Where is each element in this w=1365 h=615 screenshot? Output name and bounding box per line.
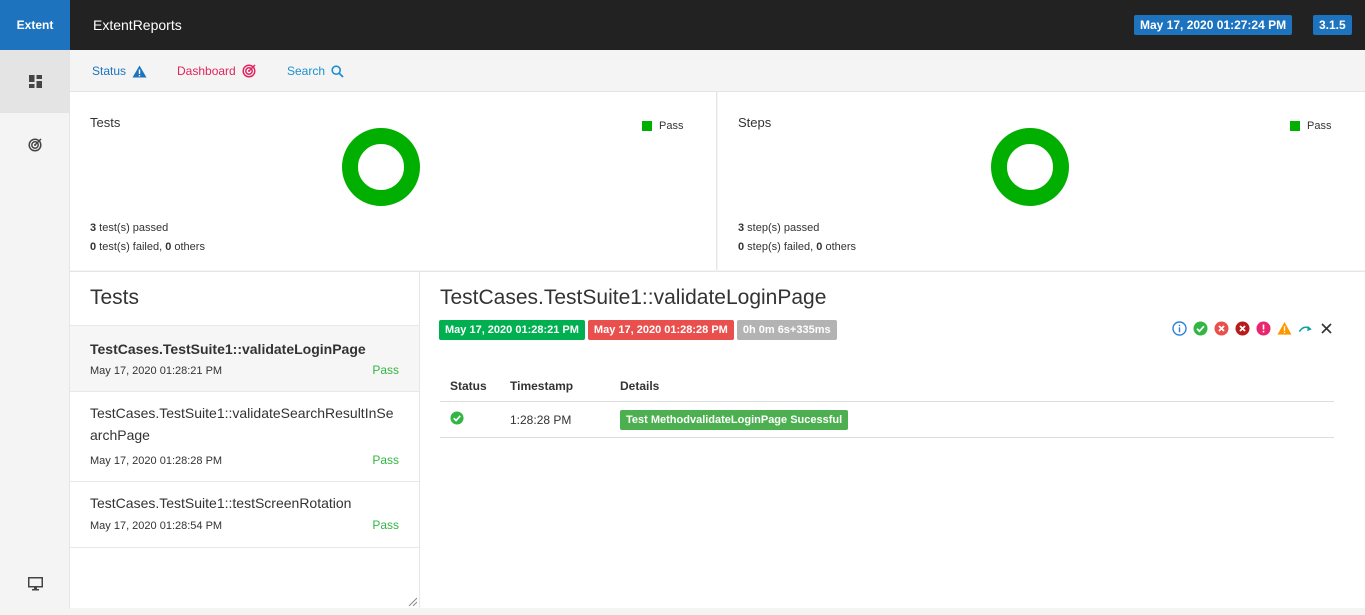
dashboard-link-label: Dashboard — [177, 64, 236, 78]
test-status: Pass — [372, 453, 399, 467]
timestamp-column-header: Timestamp — [500, 372, 610, 402]
version-badge: 3.1.5 — [1313, 15, 1352, 35]
sub-nav: Status Dashboard Search — [70, 50, 1365, 92]
test-name: TestCases.TestSuite1::testScreenRotation — [90, 495, 352, 511]
search-icon — [331, 64, 344, 78]
log-details-label: Test MethodvalidateLoginPage Sucessful — [620, 409, 849, 430]
test-time: May 17, 2020 01:28:28 PM — [90, 455, 223, 467]
report-date-badge: May 17, 2020 01:27:24 PM — [1134, 15, 1293, 35]
test-time: May 17, 2020 01:28:21 PM — [90, 365, 223, 377]
warning-icon — [1277, 321, 1292, 335]
pass-legend-swatch — [1290, 121, 1300, 131]
test-list-title: Tests — [90, 286, 140, 309]
pass-legend-swatch — [642, 121, 652, 131]
steps-donut-pass-slice — [991, 128, 1069, 206]
warning-filter-button[interactable] — [1277, 321, 1292, 336]
search-link[interactable]: Search — [287, 64, 344, 78]
tests-passed-text: test(s) passed — [96, 222, 169, 234]
test-status: Pass — [372, 363, 399, 377]
clear-filter-button[interactable] — [1319, 321, 1334, 336]
warning-icon — [132, 65, 147, 77]
target-icon — [242, 64, 256, 78]
steps-failed-stat: 0 step(s) failed, 0 others — [738, 241, 856, 253]
monitor-icon — [27, 576, 43, 590]
alert-circle-icon — [1256, 321, 1271, 336]
steps-legend: Pass — [1290, 120, 1331, 132]
dashboard-grid-icon — [28, 75, 42, 88]
side-nav — [0, 50, 70, 609]
log-status-cell — [440, 401, 500, 438]
dashboard-link[interactable]: Dashboard — [177, 64, 256, 78]
start-time-badge: May 17, 2020 01:28:21 PM — [439, 320, 585, 340]
tests-panel-title: Tests — [90, 115, 121, 130]
error-filter-button[interactable] — [1256, 321, 1271, 336]
steps-passed-text: step(s) passed — [744, 222, 820, 234]
tests-failed-text: test(s) failed, — [96, 241, 166, 253]
tests-failed-stat: 0 test(s) failed, 0 others — [90, 241, 205, 253]
test-time-badges: May 17, 2020 01:28:21 PM May 17, 2020 01… — [439, 320, 837, 340]
steps-legend-label: Pass — [1307, 120, 1332, 132]
tests-legend: Pass — [642, 120, 683, 132]
steps-summary-panel: Steps Pass 3 step(s) passed 0 step(s) fa… — [718, 92, 1365, 270]
end-time-badge: May 17, 2020 01:28:28 PM — [587, 320, 734, 340]
check-circle-icon — [450, 411, 464, 425]
test-list-item[interactable]: TestCases.TestSuite1::testScreenRotation… — [70, 482, 419, 548]
log-header-row: Status Timestamp Details — [440, 372, 1334, 402]
test-list-panel: Tests TestCases.TestSuite1::validateLogi… — [70, 271, 420, 608]
target-icon — [28, 137, 42, 152]
status-column-header: Status — [440, 372, 500, 402]
search-link-label: Search — [287, 64, 326, 78]
nav-item-test-view[interactable] — [0, 50, 70, 113]
status-link-label: Status — [92, 64, 127, 78]
app-title: ExtentReports — [93, 17, 182, 33]
skip-filter-button[interactable] — [1298, 321, 1313, 336]
test-log-table: Status Timestamp Details 1:28:28 PM Test… — [440, 372, 1334, 438]
close-circle-icon — [1235, 321, 1250, 336]
tests-legend-label: Pass — [659, 120, 684, 132]
tests-summary-panel: Tests Pass 3 test(s) passed 0 test(s) fa… — [70, 92, 717, 270]
nav-item-environment[interactable] — [0, 552, 70, 615]
tests-passed-stat: 3 test(s) passed — [90, 222, 168, 234]
duration-badge: 0h 0m 6s+335ms — [736, 320, 837, 340]
test-name: TestCases.TestSuite1::validateSearchResu… — [90, 405, 394, 443]
test-list-item[interactable]: TestCases.TestSuite1::validateSearchResu… — [70, 392, 419, 482]
steps-failed-text: step(s) failed, — [744, 241, 817, 253]
resize-handle-icon[interactable] — [407, 596, 417, 606]
details-column-header: Details — [610, 372, 1334, 402]
tests-others-text: others — [171, 241, 205, 253]
redo-arrow-icon — [1298, 325, 1312, 333]
log-status-filters — [1172, 321, 1334, 336]
test-detail-title: TestCases.TestSuite1::validateLoginPage — [440, 286, 827, 309]
test-name: TestCases.TestSuite1::validateLoginPage — [90, 341, 366, 357]
test-status: Pass — [372, 518, 399, 532]
log-details-cell: Test MethodvalidateLoginPage Sucessful — [610, 401, 1334, 438]
info-icon — [1172, 321, 1187, 336]
test-time: May 17, 2020 01:28:54 PM — [90, 520, 223, 532]
close-circle-icon — [1214, 321, 1229, 336]
close-icon — [1321, 323, 1332, 334]
check-circle-icon — [1193, 321, 1208, 336]
info-filter-button[interactable] — [1172, 321, 1187, 336]
status-filter-link[interactable]: Status — [92, 64, 147, 78]
brand-logo[interactable]: Extent — [0, 0, 70, 50]
test-detail-panel: TestCases.TestSuite1::validateLoginPage … — [420, 271, 1365, 608]
steps-panel-title: Steps — [738, 115, 772, 130]
top-bar: Extent ExtentReports May 17, 2020 01:27:… — [0, 0, 1365, 50]
pass-filter-button[interactable] — [1193, 321, 1208, 336]
nav-item-dashboard[interactable] — [0, 113, 70, 176]
tests-donut-pass-slice — [342, 128, 420, 206]
fail-filter-button[interactable] — [1214, 321, 1229, 336]
tests-donut-chart — [342, 128, 420, 206]
log-row: 1:28:28 PM Test MethodvalidateLoginPage … — [440, 401, 1334, 438]
log-timestamp-cell: 1:28:28 PM — [500, 401, 610, 438]
steps-passed-stat: 3 step(s) passed — [738, 222, 819, 234]
steps-donut-chart — [991, 128, 1069, 206]
steps-others-text: others — [822, 241, 857, 253]
fatal-filter-button[interactable] — [1235, 321, 1250, 336]
test-list-item[interactable]: TestCases.TestSuite1::validateLoginPage … — [70, 325, 419, 392]
